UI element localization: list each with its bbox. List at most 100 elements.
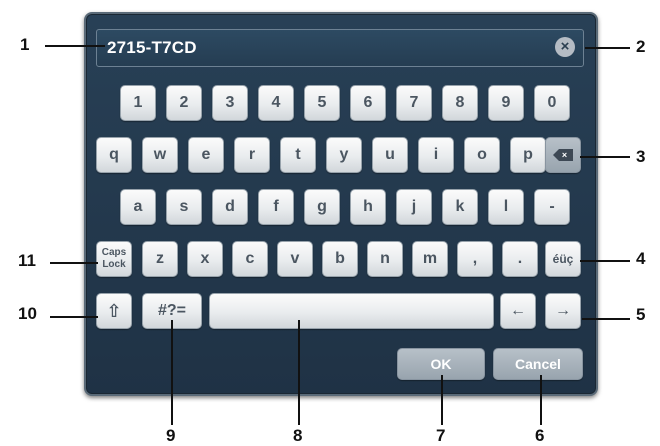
key-label: 4: [271, 94, 281, 111]
key-7[interactable]: 7: [396, 85, 432, 121]
key-k[interactable]: k: [442, 189, 478, 225]
key-label: l: [503, 198, 509, 215]
key-label: z: [156, 250, 164, 267]
key-t[interactable]: t: [280, 137, 316, 173]
cancel-button[interactable]: Cancel: [493, 348, 583, 380]
key-period[interactable]: .: [502, 241, 538, 277]
callout-line-6: [540, 375, 542, 425]
key-label: c: [245, 250, 255, 267]
key-q[interactable]: q: [96, 137, 132, 173]
caps-lock-button[interactable]: Caps Lock: [96, 241, 132, 277]
key-h[interactable]: h: [350, 189, 386, 225]
key-label: .: [517, 250, 523, 267]
key-label: g: [317, 198, 327, 215]
key-1[interactable]: 1: [120, 85, 156, 121]
text-input-field[interactable]: 2715-T7CD ×: [96, 29, 584, 67]
key-v[interactable]: v: [277, 241, 313, 277]
space-bar[interactable]: [209, 293, 494, 329]
key-i[interactable]: i: [418, 137, 454, 173]
callout-7: 7: [436, 426, 446, 445]
callout-line-10: [50, 316, 98, 318]
backspace-button[interactable]: ×: [545, 137, 581, 173]
key-hyphen[interactable]: -: [534, 189, 570, 225]
callout-line-1: [45, 45, 105, 47]
key-label: 1: [133, 94, 143, 111]
key-y[interactable]: y: [326, 137, 362, 173]
key-m[interactable]: m: [412, 241, 448, 277]
key-label: n: [380, 250, 390, 267]
key-label: o: [477, 146, 487, 163]
key-u[interactable]: u: [372, 137, 408, 173]
callout-9: 9: [166, 426, 176, 445]
ok-label: OK: [430, 356, 452, 372]
key-a[interactable]: a: [120, 189, 156, 225]
cursor-left-button[interactable]: ←: [500, 293, 536, 329]
key-label: 7: [409, 94, 419, 111]
callout-8: 8: [293, 426, 303, 445]
key-z[interactable]: z: [142, 241, 178, 277]
input-value: 2715-T7CD: [107, 38, 197, 57]
key-8[interactable]: 8: [442, 85, 478, 121]
key-comma[interactable]: ,: [457, 241, 493, 277]
key-6[interactable]: 6: [350, 85, 386, 121]
key-4[interactable]: 4: [258, 85, 294, 121]
key-f[interactable]: f: [258, 189, 294, 225]
key-j[interactable]: j: [396, 189, 432, 225]
special-chars-button[interactable]: éüç: [545, 241, 581, 277]
symbols-label: #?=: [157, 302, 186, 319]
key-label: q: [109, 146, 119, 163]
key-2[interactable]: 2: [166, 85, 202, 121]
callout-5: 5: [636, 305, 646, 324]
key-d[interactable]: d: [212, 189, 248, 225]
key-c[interactable]: c: [232, 241, 268, 277]
key-label: w: [153, 146, 167, 163]
key-x[interactable]: x: [187, 241, 223, 277]
key-label: y: [339, 146, 349, 163]
key-p[interactable]: p: [510, 137, 546, 173]
clear-circle-icon[interactable]: ×: [555, 37, 575, 57]
callout-3: 3: [636, 147, 646, 166]
key-label: m: [422, 250, 438, 267]
caps-line-2: Lock: [102, 259, 126, 270]
key-3[interactable]: 3: [212, 85, 248, 121]
callout-line-7: [441, 375, 443, 425]
key-label: ,: [472, 250, 478, 267]
key-e[interactable]: e: [188, 137, 224, 173]
key-label: 2: [179, 94, 189, 111]
key-s[interactable]: s: [166, 189, 202, 225]
key-9[interactable]: 9: [488, 85, 524, 121]
key-n[interactable]: n: [367, 241, 403, 277]
key-w[interactable]: w: [142, 137, 178, 173]
callout-line-5: [582, 318, 630, 320]
callout-line-2: [585, 47, 630, 49]
key-label: d: [225, 198, 235, 215]
cancel-label: Cancel: [515, 356, 561, 372]
key-label: 3: [225, 94, 235, 111]
shift-button[interactable]: ⇧: [96, 293, 132, 329]
key-label: 0: [547, 94, 557, 111]
key-label: j: [411, 198, 417, 215]
callout-line-11: [50, 262, 98, 264]
callout-6: 6: [535, 426, 545, 445]
key-r[interactable]: r: [234, 137, 270, 173]
key-label: i: [433, 146, 439, 163]
key-label: -: [549, 198, 555, 215]
key-0[interactable]: 0: [534, 85, 570, 121]
caps-line-1: Caps: [101, 247, 127, 258]
arrow-right-icon: →: [555, 302, 571, 319]
key-g[interactable]: g: [304, 189, 340, 225]
cursor-right-button[interactable]: →: [545, 293, 581, 329]
key-label: 6: [363, 94, 373, 111]
special-chars-label: éüç: [552, 252, 574, 266]
key-o[interactable]: o: [464, 137, 500, 173]
callout-line-9: [171, 320, 173, 425]
backspace-icon: ×: [553, 149, 573, 161]
key-5[interactable]: 5: [304, 85, 340, 121]
callout-line-4: [580, 260, 630, 262]
callout-4: 4: [636, 249, 646, 268]
key-b[interactable]: b: [322, 241, 358, 277]
key-label: r: [248, 146, 256, 163]
key-l[interactable]: l: [488, 189, 524, 225]
shift-arrow-icon: ⇧: [106, 300, 122, 321]
key-label: f: [273, 198, 279, 215]
